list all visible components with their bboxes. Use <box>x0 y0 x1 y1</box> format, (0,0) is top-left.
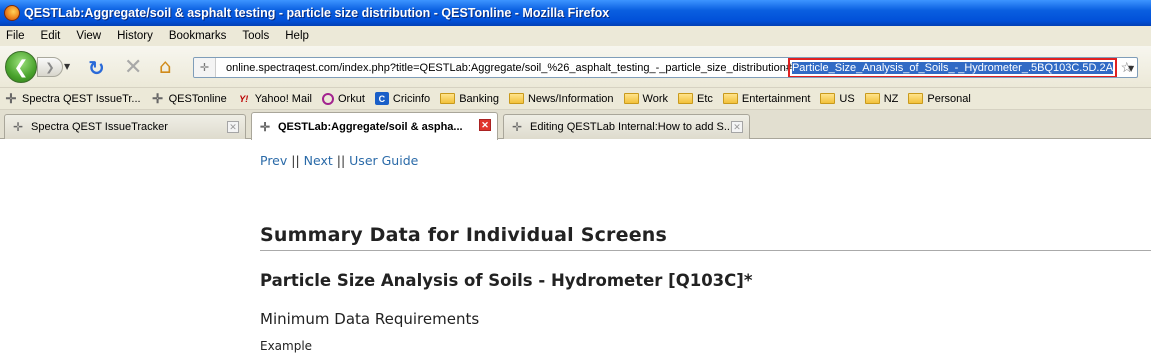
menu-file[interactable]: File <box>6 30 25 42</box>
bookmark-label: News/Information <box>527 92 614 105</box>
history-dropdown-icon[interactable]: ▼ <box>64 62 70 71</box>
yahoo-icon: Y! <box>239 93 249 104</box>
bookmark-qestonline[interactable]: ✛ QESTonline <box>151 90 227 106</box>
bookmark-yahoo-mail[interactable]: Y! Yahoo! Mail <box>237 92 312 105</box>
menu-tools[interactable]: Tools <box>242 30 269 42</box>
menu-help[interactable]: Help <box>285 30 309 42</box>
bookmark-label: Entertainment <box>741 92 811 105</box>
window-titlebar: QESTLab:Aggregate/soil & asphalt testing… <box>0 0 1151 26</box>
url-dropdown-icon[interactable]: ▼ <box>1128 64 1134 73</box>
arrow-left-icon: ❮ <box>13 56 29 78</box>
bookmark-folder-us[interactable]: US <box>820 92 855 105</box>
bookmark-folder-banking[interactable]: Banking <box>440 93 499 105</box>
firefox-logo-icon <box>4 5 20 21</box>
folder-icon <box>864 93 880 104</box>
bookmark-folder-personal[interactable]: Personal <box>908 92 971 105</box>
prev-link[interactable]: Prev <box>260 153 287 168</box>
bookmarks-toolbar: ✛ Spectra QEST IssueTr... ✛ QESTonline Y! Y… <box>0 88 1151 110</box>
cricinfo-icon: C <box>374 92 389 105</box>
tab-spectra-issuetracker[interactable]: ✛ Spectra QEST IssueTracker ✕ <box>4 114 246 139</box>
bookmark-label: Etc <box>697 92 713 105</box>
example-text: Example <box>260 339 313 353</box>
url-text: online.spectraqest.com/index.php?title=Q… <box>226 61 792 74</box>
bookmark-cricinfo[interactable]: C Cricinfo <box>374 92 431 105</box>
folder-icon <box>508 93 524 104</box>
spectra-icon: ✛ <box>152 90 164 106</box>
folder-icon <box>440 93 456 104</box>
close-icon[interactable]: ✕ <box>479 119 491 131</box>
address-bar[interactable]: ✛ online.spectraqest.com/index.php?title… <box>193 57 1138 78</box>
bookmark-label: Orkut <box>337 92 365 105</box>
bookmark-folder-entertainment[interactable]: Entertainment <box>722 92 811 105</box>
separator: || <box>332 153 350 168</box>
tab-bar: ✛ Spectra QEST IssueTracker ✕ ✛ QESTLab:… <box>0 110 1151 140</box>
spectra-icon: ✛ <box>511 120 523 134</box>
bookmark-label: Work <box>642 92 669 105</box>
window-title: QESTLab:Aggregate/soil & asphalt testing… <box>24 6 610 20</box>
url-selected-fragment: Particle_Size_Analysis_of_Soils_-_Hydrom… <box>787 58 1117 77</box>
bookmark-folder-work[interactable]: Work <box>623 92 669 105</box>
back-button[interactable]: ❮ <box>5 51 37 83</box>
stop-icon[interactable]: ✕ <box>124 55 142 80</box>
close-icon[interactable]: ✕ <box>731 121 743 133</box>
navigation-toolbar: ❮ ❯ ▼ ↻ ✕ ⌂ ✛ online.spectraqest.com/ind… <box>0 46 1151 88</box>
arrow-right-icon: ❯ <box>45 60 55 74</box>
page-nav-links: Prev || Next || User Guide <box>260 153 418 168</box>
tab-label: Editing QESTLab Internal:How to add S... <box>530 121 734 133</box>
spectra-icon: ✛ <box>259 119 271 134</box>
bookmark-folder-etc[interactable]: Etc <box>678 93 713 105</box>
next-link[interactable]: Next <box>304 153 333 168</box>
page-content: Prev || Next || User Guide Summary Data … <box>0 140 1151 360</box>
user-guide-link[interactable]: User Guide <box>349 153 418 168</box>
orkut-icon <box>321 92 334 105</box>
bookmark-folder-news[interactable]: News/Information <box>508 92 614 105</box>
menu-bookmarks[interactable]: Bookmarks <box>169 30 227 42</box>
bookmark-label: US <box>839 92 855 105</box>
bookmark-label: QESTonline <box>168 92 227 105</box>
bookmark-folder-nz[interactable]: NZ <box>864 92 899 105</box>
folder-icon <box>678 93 694 104</box>
subsection-heading: Particle Size Analysis of Soils - Hydrom… <box>260 271 753 290</box>
bookmark-label: Spectra QEST IssueTr... <box>22 92 141 105</box>
spectra-icon: ✛ <box>12 120 24 134</box>
spectra-icon: ✛ <box>5 90 17 106</box>
bookmark-label: Banking <box>459 92 499 105</box>
menu-view[interactable]: View <box>76 30 101 42</box>
bookmark-label: NZ <box>883 92 899 105</box>
close-icon[interactable]: ✕ <box>227 121 239 133</box>
tab-qestlab-aggregate[interactable]: ✛ QESTLab:Aggregate/soil & aspha... ✕ <box>251 112 498 140</box>
menu-bar: File Edit View History Bookmarks Tools H… <box>0 26 1151 46</box>
bookmark-spectra-issuetracker[interactable]: ✛ Spectra QEST IssueTr... <box>4 90 141 106</box>
reload-icon[interactable]: ↻ <box>88 56 105 80</box>
menu-history[interactable]: History <box>117 30 153 42</box>
separator: || <box>287 153 304 168</box>
section-heading: Summary Data for Individual Screens <box>260 224 668 246</box>
folder-icon <box>820 93 836 104</box>
minimum-data-heading: Minimum Data Requirements <box>260 310 480 328</box>
tab-label: Spectra QEST IssueTracker <box>31 121 168 133</box>
site-identity-icon[interactable]: ✛ <box>194 58 216 77</box>
heading-divider <box>260 250 1151 251</box>
tab-editing-qestlab-internal[interactable]: ✛ Editing QESTLab Internal:How to add S.… <box>503 114 750 139</box>
bookmark-label: Personal <box>927 92 971 105</box>
bookmark-label: Cricinfo <box>392 92 431 105</box>
menu-edit[interactable]: Edit <box>41 30 61 42</box>
folder-icon <box>722 93 738 104</box>
folder-icon <box>623 93 639 104</box>
bookmark-orkut[interactable]: Orkut <box>321 92 365 105</box>
folder-icon <box>908 93 924 104</box>
tab-label: QESTLab:Aggregate/soil & aspha... <box>278 120 463 133</box>
home-icon[interactable]: ⌂ <box>159 54 172 78</box>
bookmark-label: Yahoo! Mail <box>254 92 312 105</box>
forward-button[interactable]: ❯ <box>37 57 63 77</box>
